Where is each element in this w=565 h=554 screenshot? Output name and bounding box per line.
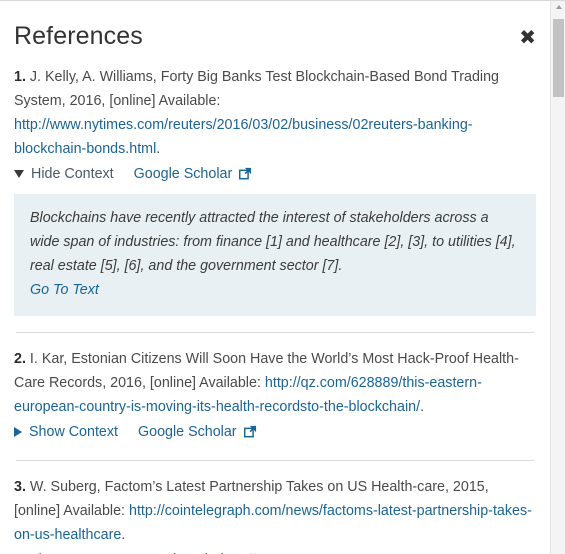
page-title: References: [14, 22, 143, 50]
reference-number: 3.: [14, 478, 26, 495]
google-scholar-link[interactable]: Google Scholar: [134, 162, 253, 186]
show-context-toggle[interactable]: Show Context: [14, 420, 118, 444]
reference-actions: Hide Context Google Scholar: [14, 162, 536, 186]
panel-header: References ✖: [0, 1, 550, 65]
list-item: 1. J. Kelly, A. Williams, Forty Big Bank…: [14, 65, 536, 316]
google-scholar-label: Google Scholar: [138, 423, 237, 440]
close-icon[interactable]: ✖: [519, 27, 536, 47]
external-link-icon: [243, 425, 257, 438]
google-scholar-label: Google Scholar: [133, 165, 233, 182]
divider: [16, 459, 534, 461]
context-text: Blockchains have recently attracted the …: [30, 209, 516, 274]
references-scroll-content: References ✖ 1. J. Kelly, A. Williams, F…: [0, 1, 550, 554]
reference-actions: Show Context Google Scholar: [14, 548, 536, 554]
reference-citation: 1. J. Kelly, A. Williams, Forty Big Bank…: [14, 65, 536, 161]
hide-context-toggle[interactable]: Hide Context: [14, 162, 114, 186]
references-panel: References ✖ 1. J. Kelly, A. Williams, F…: [0, 0, 565, 554]
scrollbar-thumb[interactable]: [553, 19, 564, 97]
vertical-scrollbar[interactable]: [550, 1, 565, 554]
google-scholar-link[interactable]: Google Scholar: [138, 420, 257, 444]
list-item: 3. W. Suberg, Factom’s Latest Partnershi…: [14, 475, 536, 554]
reference-actions: Show Context Google Scholar: [14, 420, 536, 444]
reference-citation: 2. I. Kar, Estonian Citizens Will Soon H…: [14, 347, 536, 419]
reference-number: 2.: [14, 350, 26, 367]
external-link-icon: [239, 167, 252, 180]
reference-context-box: Blockchains have recently attracted the …: [14, 193, 536, 316]
go-to-text-link[interactable]: Go To Text: [30, 278, 99, 302]
reference-list: 1. J. Kelly, A. Williams, Forty Big Bank…: [0, 65, 550, 554]
google-scholar-label: Google Scholar: [138, 548, 237, 554]
reference-citation-tail: .: [121, 526, 126, 543]
chevron-right-icon: [14, 426, 22, 437]
show-context-toggle[interactable]: Show Context: [14, 548, 118, 554]
reference-citation-tail: .: [156, 140, 161, 157]
context-toggle-label: Show Context: [29, 423, 119, 440]
scroll-up-arrow-icon[interactable]: [556, 5, 562, 9]
divider: [16, 331, 534, 333]
list-item: 2. I. Kar, Estonian Citizens Will Soon H…: [14, 347, 536, 444]
reference-url-link[interactable]: http://www.nytimes.com/reuters/2016/03/0…: [14, 117, 473, 157]
reference-citation-text: J. Kelly, A. Williams, Forty Big Banks T…: [14, 68, 499, 109]
google-scholar-link[interactable]: Google Scholar: [138, 548, 257, 554]
reference-citation-tail: .: [420, 398, 425, 415]
context-toggle-label: Hide Context: [31, 165, 114, 182]
context-toggle-label: Show Context: [29, 548, 118, 554]
reference-citation: 3. W. Suberg, Factom’s Latest Partnershi…: [14, 475, 536, 547]
reference-number: 1.: [14, 68, 26, 85]
chevron-down-icon: [14, 170, 24, 178]
